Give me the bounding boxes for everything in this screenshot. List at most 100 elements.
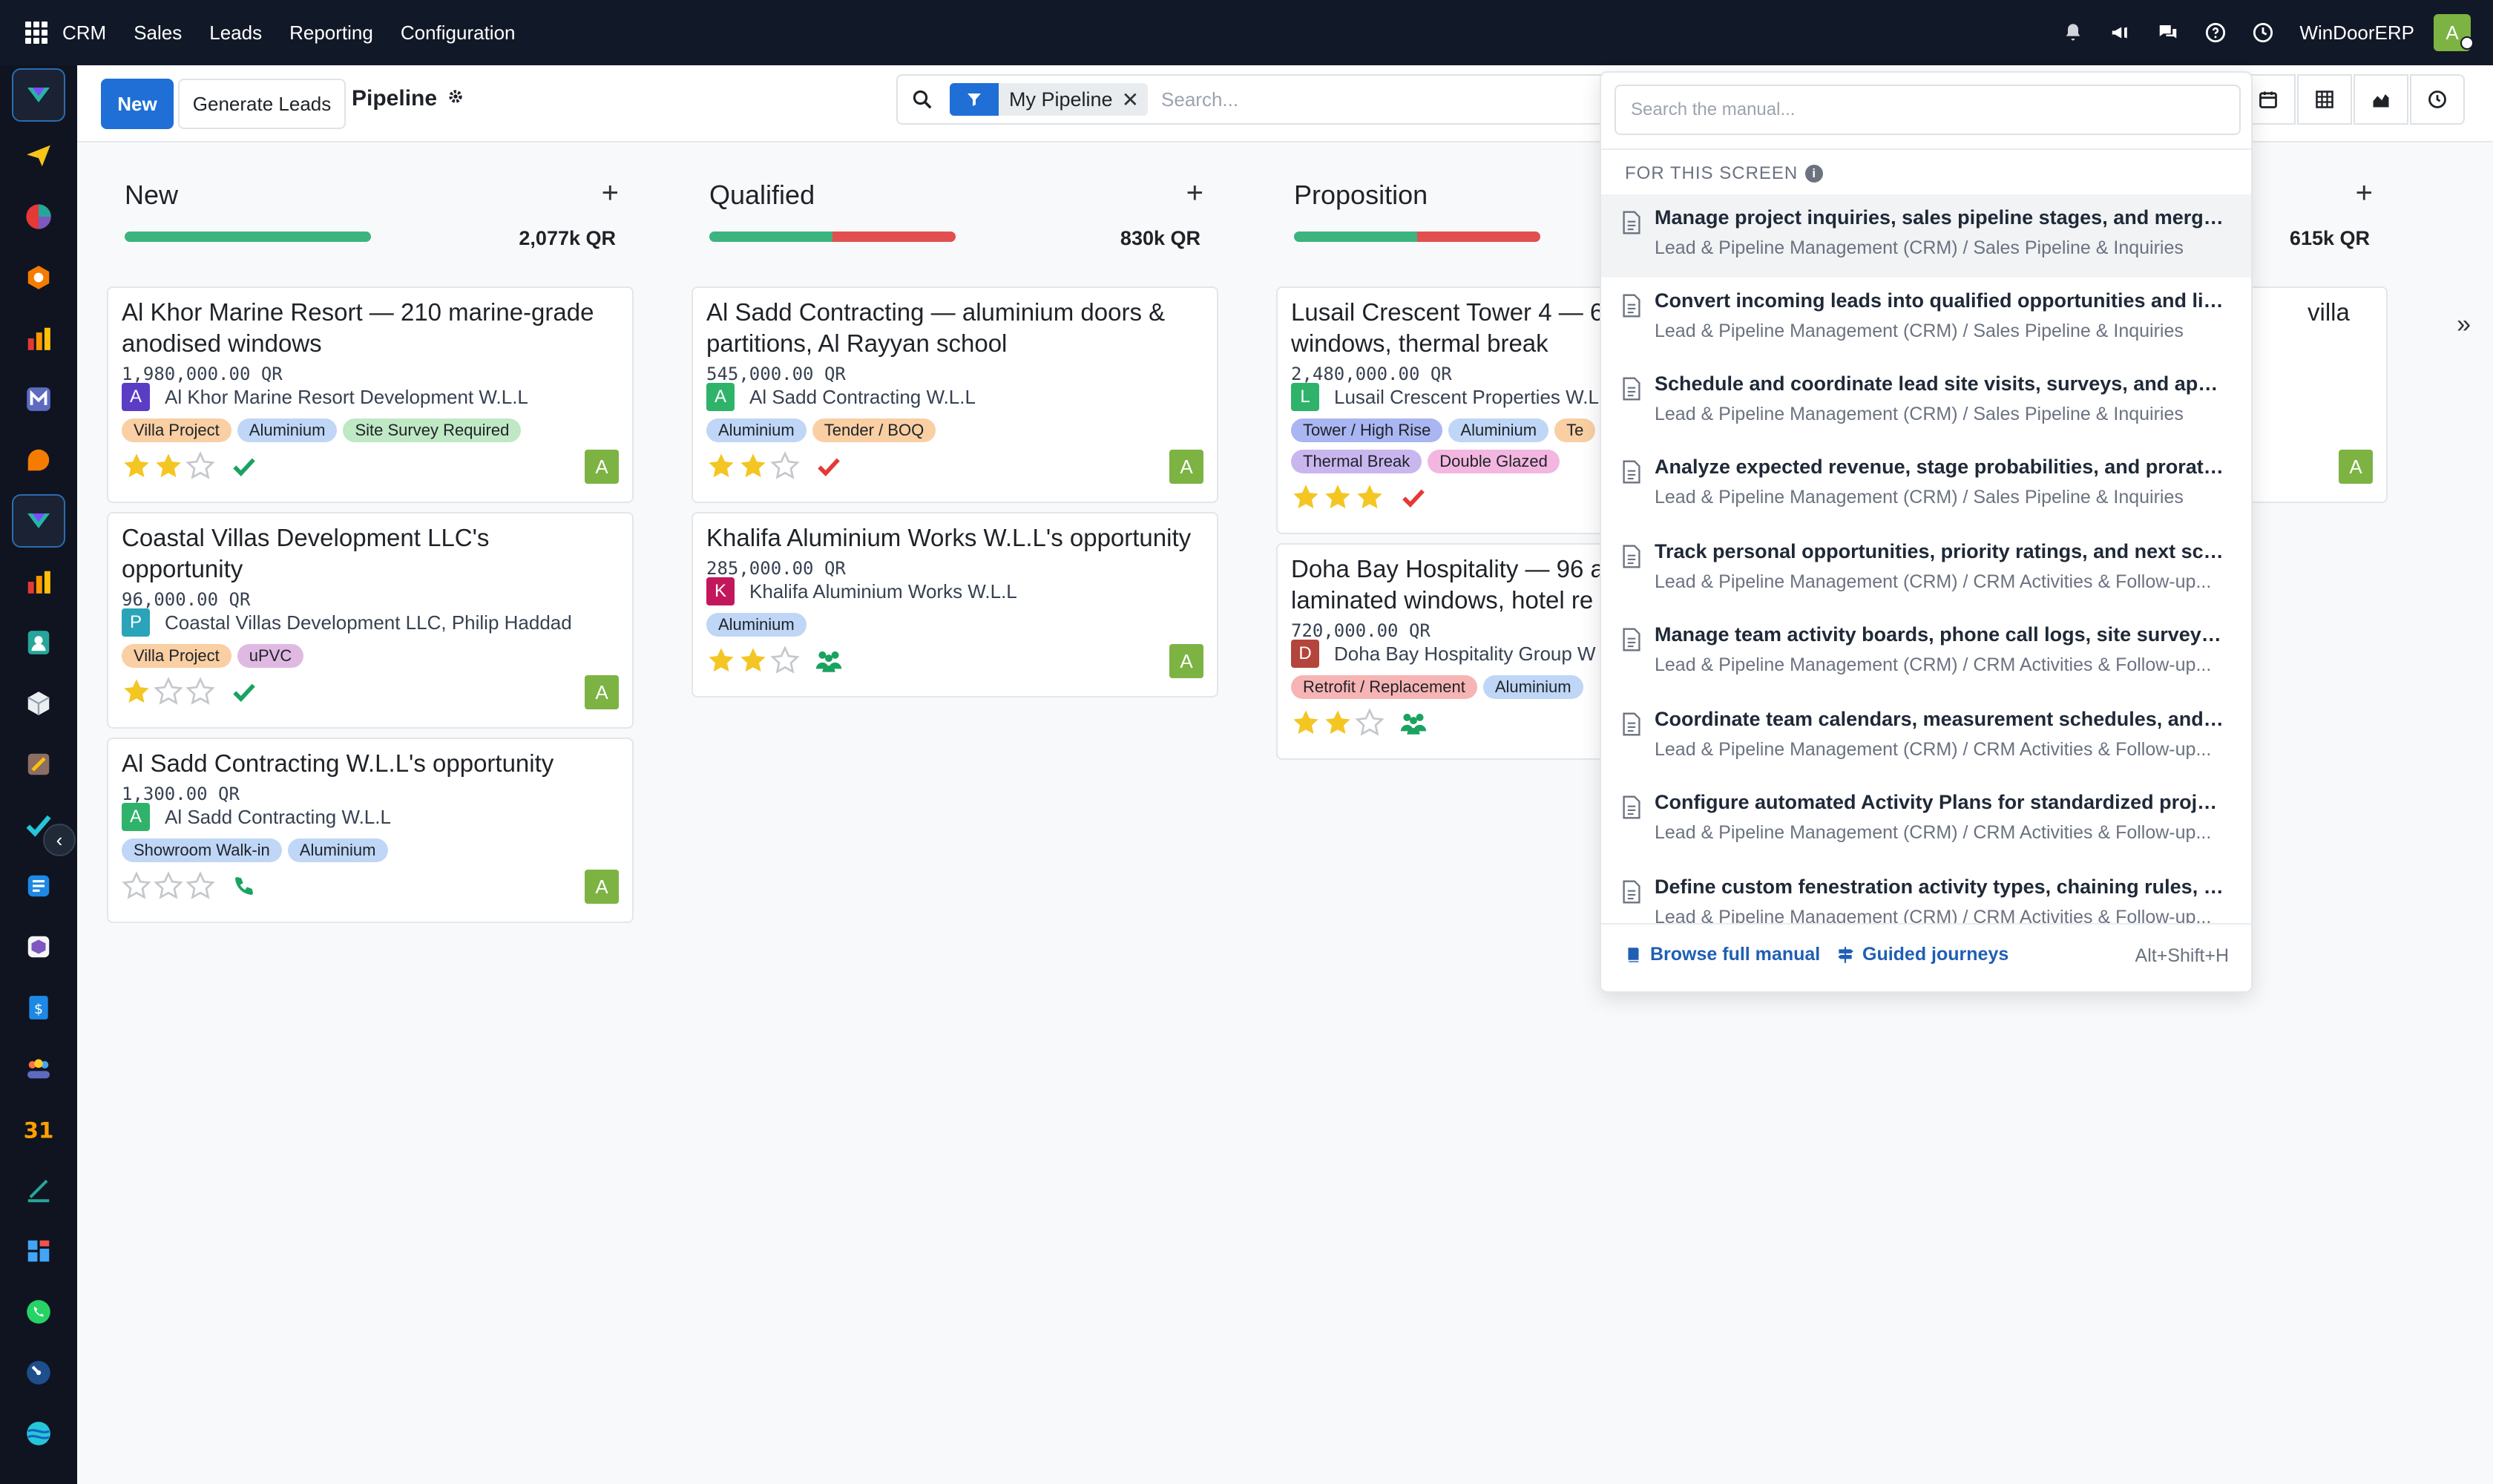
add-card-icon[interactable]: + [602,177,619,210]
assignee-avatar[interactable]: A [585,450,619,484]
star-icon[interactable] [706,646,736,675]
graph-view-button[interactable] [2354,74,2408,125]
priority-stars[interactable] [1291,482,1428,512]
menu-sales[interactable]: Sales [134,22,182,45]
star-icon[interactable] [154,451,183,481]
done-check-icon[interactable] [229,677,259,706]
calendar-app-icon[interactable]: 31 [12,1103,65,1156]
invoicing-app-icon[interactable]: $ [12,981,65,1034]
inventory-app-icon[interactable] [12,677,65,730]
menu-configuration[interactable]: Configuration [401,22,516,45]
knowledge-app-icon[interactable] [12,859,65,913]
star-icon[interactable] [154,871,183,901]
apps-grid-icon[interactable] [25,22,47,44]
sign-app-icon[interactable] [12,1163,65,1217]
pivot-view-button[interactable] [2297,74,2352,125]
tasks-app-icon[interactable] [12,798,65,852]
star-icon[interactable] [770,646,800,675]
menu-reporting[interactable]: Reporting [289,22,373,45]
megaphone-icon[interactable] [2109,22,2132,44]
filter-facet[interactable]: My Pipeline ✕ [950,83,1149,116]
gear-icon[interactable] [446,87,465,111]
website-app-icon[interactable] [12,1407,65,1460]
overdue-check-icon[interactable] [1399,482,1428,512]
priority-stars[interactable] [706,646,844,675]
chat-app-icon[interactable] [12,433,65,487]
crm-pipeline-app-icon[interactable] [12,494,65,548]
kanban-card[interactable]: Al Khor Marine Resort — 210 marine-grade… [107,286,634,503]
dashboards-app-icon[interactable] [12,1224,65,1278]
star-icon[interactable] [1355,708,1385,738]
menu-leads[interactable]: Leads [209,22,262,45]
star-icon[interactable] [1323,708,1353,738]
chat-icon[interactable] [2157,22,2179,44]
kanban-card[interactable]: Khalifa Aluminium Works W.L.L's opportun… [692,512,1218,697]
assignee-avatar[interactable]: A [2339,450,2373,484]
info-icon[interactable]: i [1805,165,1824,183]
star-icon[interactable] [154,677,183,706]
column-progress-bar[interactable] [1294,232,1540,242]
browse-manual-link[interactable]: Browse full manual [1625,944,1820,965]
manual-item[interactable]: Configure automated Activity Plans for s… [1601,779,2251,862]
priority-stars[interactable] [122,451,259,481]
fold-columns-icon[interactable]: » [2457,310,2471,339]
star-icon[interactable] [122,451,151,481]
sales-app-icon[interactable] [12,555,65,608]
search-input[interactable]: Search... [1161,88,1238,111]
assignee-avatar[interactable]: A [1169,644,1203,678]
star-icon[interactable] [122,871,151,901]
done-check-icon[interactable] [229,451,259,481]
priority-stars[interactable] [1291,708,1428,738]
activity-view-button[interactable] [2410,74,2465,125]
star-icon[interactable] [185,677,215,706]
add-card-icon[interactable]: + [1186,177,1203,210]
column-progress-bar[interactable] [125,232,371,242]
manual-item[interactable]: Define custom fenestration activity type… [1601,864,2251,925]
star-icon[interactable] [185,451,215,481]
new-button[interactable]: New [101,79,174,129]
star-icon[interactable] [738,451,768,481]
phone-icon[interactable] [229,871,259,901]
contacts-app-icon[interactable] [12,616,65,669]
kanban-card[interactable]: Al Sadd Contracting W.L.L's opportunity … [107,738,634,923]
meeting-icon[interactable] [1399,708,1428,738]
manual-item[interactable]: Analyze expected revenue, stage probabil… [1601,444,2251,527]
assignee-avatar[interactable]: A [585,870,619,904]
manual-item[interactable]: Convert incoming leads into qualified op… [1601,278,2251,361]
star-icon[interactable] [122,677,151,706]
manual-item[interactable]: Track personal opportunities, priority r… [1601,528,2251,611]
manual-item[interactable]: Manage project inquiries, sales pipeline… [1601,194,2251,278]
menu-crm[interactable]: CRM [62,22,106,45]
whatsapp-app-icon[interactable] [12,1285,65,1339]
manual-item[interactable]: Manage team activity boards, phone call … [1601,611,2251,695]
clock-icon[interactable] [2252,22,2274,44]
manual-search-input[interactable]: Search the manual... [1615,85,2241,135]
priority-stars[interactable] [706,451,844,481]
remove-filter-icon[interactable]: ✕ [1122,88,1148,112]
priority-stars[interactable] [122,677,259,706]
star-icon[interactable] [1323,482,1353,512]
cube-app-icon[interactable] [12,920,65,974]
column-progress-bar[interactable] [709,232,956,242]
star-icon[interactable] [706,451,736,481]
kanban-card[interactable]: Al Sadd Contracting — aluminium doors & … [692,286,1218,503]
kanban-card[interactable]: Coastal Villas Development LLC's opportu… [107,512,634,729]
company-name[interactable]: WinDoorERP [2299,22,2414,45]
manual-item[interactable]: Coordinate team calendars, measurement s… [1601,696,2251,779]
star-icon[interactable] [770,451,800,481]
star-icon[interactable] [1291,708,1321,738]
overdue-check-icon[interactable] [814,451,844,481]
studio-app-icon[interactable] [12,738,65,791]
star-icon[interactable] [1291,482,1321,512]
add-card-icon[interactable]: + [2356,177,2373,210]
star-icon[interactable] [185,871,215,901]
assignee-avatar[interactable]: A [585,675,619,709]
generate-leads-button[interactable]: Generate Leads [178,79,346,129]
hexagon-app-icon[interactable] [12,251,65,304]
timer-app-icon[interactable] [12,1346,65,1399]
discuss-app-icon[interactable] [12,129,65,183]
mail-app-icon[interactable] [12,372,65,426]
star-icon[interactable] [738,646,768,675]
guided-journeys-link[interactable]: Guided journeys [1836,944,2008,965]
help-icon[interactable] [2204,22,2227,44]
